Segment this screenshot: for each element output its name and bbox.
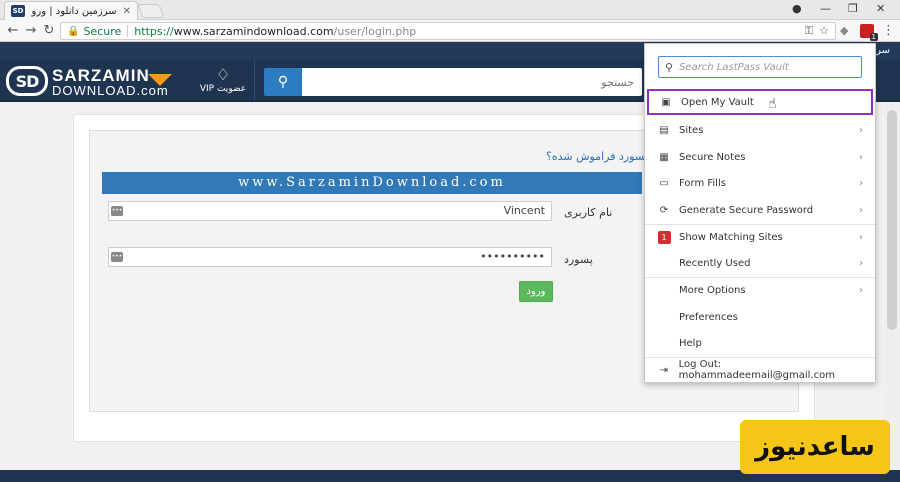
lastpass-form-fills[interactable]: ▭ Form Fills › (645, 170, 875, 196)
browser-toolbar: ← → ↻ 🔒 Secure https:// www.sarzamindown… (0, 20, 900, 42)
lastpass-item-label: Show Matching Sites (679, 231, 783, 243)
maximize-icon[interactable]: ❐ (848, 2, 858, 15)
sites-icon: ▤ (659, 124, 669, 136)
lastpass-item-label: Log Out: mohammadeemail@gmail.com (678, 359, 835, 381)
search-button[interactable]: ⚲ (264, 68, 302, 96)
scrollbar-thumb[interactable] (887, 110, 897, 330)
extension-cube-icon[interactable]: ◆ (840, 24, 854, 38)
lastpass-help[interactable]: Help (645, 330, 875, 356)
forgot-password-link[interactable]: پسورد فراموش شده؟ (546, 150, 648, 163)
lastpass-field-icon[interactable]: ••• (111, 252, 123, 262)
lastpass-item-label: Secure Notes (679, 151, 746, 163)
login-submit-button[interactable]: ورود (519, 281, 553, 302)
header-divider (254, 60, 255, 100)
lastpass-open-vault[interactable]: ▣ Open My Vault (647, 89, 873, 115)
chevron-right-icon: › (859, 231, 863, 243)
chevron-right-icon: › (859, 177, 863, 189)
lastpass-preferences[interactable]: Preferences (645, 304, 875, 330)
password-value: •••••••••• (480, 250, 545, 263)
lastpass-search-placeholder: Search LastPass Vault (679, 61, 789, 73)
lastpass-item-label: Sites (679, 124, 704, 136)
search-icon: ⚲ (277, 74, 289, 90)
search-icon: ⚲ (665, 60, 674, 74)
lastpass-item-label: Recently Used (679, 257, 751, 269)
lastpass-item-label: Preferences (679, 311, 738, 323)
chevron-right-icon: › (859, 284, 863, 296)
username-field[interactable]: ••• Vincent (108, 201, 552, 221)
lastpass-item-label: Help (679, 337, 702, 349)
refresh-key-icon: ⟳ (659, 204, 669, 216)
lastpass-badge: 1 (869, 33, 878, 41)
address-bar[interactable]: 🔒 Secure https:// www.sarzamindownload.c… (60, 22, 836, 40)
chevron-right-icon: › (859, 124, 863, 136)
lastpass-search-input[interactable]: ⚲ Search LastPass Vault (658, 56, 862, 78)
site-favicon-icon: SD (11, 5, 25, 17)
vip-label: عضویت VIP (199, 84, 247, 94)
password-field[interactable]: ••• •••••••••• (108, 247, 552, 267)
forward-arrow-icon[interactable]: → (24, 23, 38, 38)
note-icon: ▦ (659, 151, 669, 163)
vip-membership-link[interactable]: ♢ عضویت VIP (196, 65, 250, 95)
lastpass-recently-used[interactable]: Recently Used › (645, 250, 875, 276)
vault-icon: ▣ (661, 96, 671, 108)
chevron-right-icon: › (859, 257, 863, 269)
key-icon[interactable]: ⚿ (805, 24, 813, 38)
username-label: نام کاربری (564, 206, 613, 219)
lastpass-show-matching[interactable]: 1 Show Matching Sites › (645, 224, 875, 250)
lastpass-more-options[interactable]: More Options › (645, 277, 875, 303)
new-tab-button[interactable] (137, 4, 165, 18)
lastpass-item-label: Generate Secure Password (679, 204, 814, 216)
bookmark-star-icon[interactable]: ☆ (819, 24, 829, 38)
logout-icon: ⇥ (659, 364, 668, 376)
lastpass-field-icon[interactable]: ••• (111, 206, 123, 216)
chevron-right-icon: › (859, 204, 863, 216)
omnibox-divider (127, 25, 129, 37)
id-card-icon: ▭ (659, 177, 669, 189)
browser-tabstrip: SD سرزمین دانلود | ورود کاربران ✕ ● — ❐ … (0, 0, 900, 20)
lastpass-item-label: More Options (679, 284, 746, 296)
lastpass-item-label: Open My Vault (681, 96, 754, 108)
minimize-icon[interactable]: — (820, 2, 831, 15)
secure-label: Secure (83, 24, 122, 38)
watermark-banner: www.SarzaminDownload.com (102, 172, 642, 194)
lastpass-sites[interactable]: ▤ Sites › (645, 117, 875, 143)
saednews-logo: ساعدنیوز (740, 420, 890, 474)
profile-icon[interactable]: ● (792, 2, 802, 15)
lastpass-menu: ⚲ Search LastPass Vault ▣ Open My Vault … (644, 43, 876, 383)
username-value: Vincent (503, 204, 545, 217)
lastpass-logout[interactable]: ⇥ Log Out: mohammadeemail@gmail.com (645, 357, 875, 383)
lastpass-generate-password[interactable]: ⟳ Generate Secure Password › (645, 197, 875, 223)
lastpass-extension-icon[interactable]: 1 (860, 24, 878, 41)
matching-count-badge: 1 (657, 230, 671, 244)
close-tab-icon[interactable]: ✕ (123, 6, 131, 17)
lastpass-secure-notes[interactable]: ▦ Secure Notes › (645, 144, 875, 170)
reload-icon[interactable]: ↻ (42, 23, 56, 38)
password-label: پسورد (564, 253, 593, 266)
lastpass-item-label: Form Fills (679, 177, 726, 189)
url-scheme: https:// (134, 24, 174, 38)
window-close-icon[interactable]: ✕ (876, 2, 885, 15)
logo-triangle-icon (148, 74, 172, 86)
browser-tab[interactable]: SD سرزمین دانلود | ورود کاربران ✕ (4, 1, 138, 20)
url-host: www.sarzamindownload.com (173, 24, 334, 38)
site-logo-mark[interactable]: SD (6, 66, 48, 96)
site-search-input[interactable] (302, 68, 642, 96)
browser-menu-icon[interactable]: ⋮ (882, 23, 895, 38)
diamond-icon: ♢ (215, 65, 231, 84)
url-path: /user/login.php (333, 24, 417, 38)
tab-title: سرزمین دانلود | ورود کاربران (31, 5, 117, 17)
lock-icon: 🔒 (67, 25, 80, 37)
hand-cursor-icon: ☝ (768, 96, 777, 112)
back-arrow-icon[interactable]: ← (6, 23, 20, 38)
chevron-right-icon: › (859, 151, 863, 163)
